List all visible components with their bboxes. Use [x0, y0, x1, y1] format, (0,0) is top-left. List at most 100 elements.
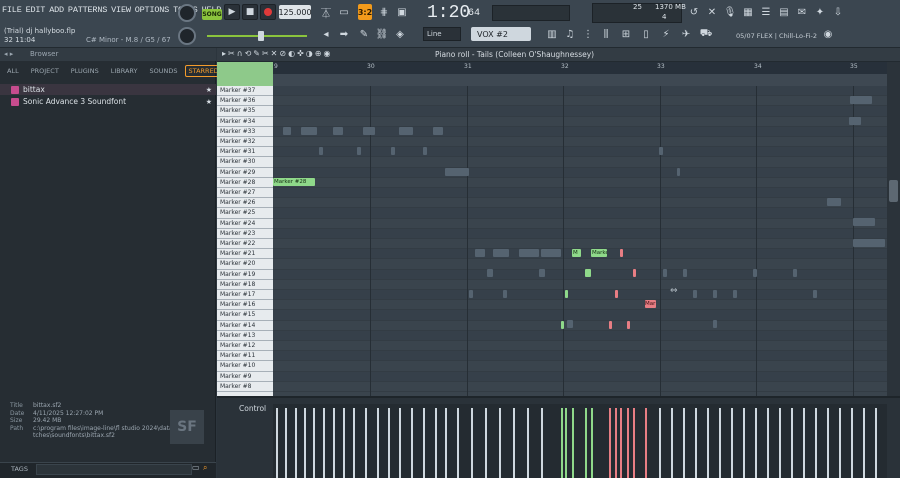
note[interactable]	[357, 147, 361, 155]
key-row[interactable]: Marker #17	[217, 290, 273, 301]
note[interactable]	[683, 269, 687, 277]
cart-icon[interactable]: ⛟	[698, 26, 714, 42]
key-row[interactable]: Marker #26	[217, 198, 273, 209]
note[interactable]	[423, 147, 427, 155]
browser-item[interactable]: bittax ★	[0, 84, 216, 95]
key-row[interactable]: Marker #24	[217, 219, 273, 229]
note-selected[interactable]: Marker #28	[273, 178, 315, 186]
channel-rack-icon[interactable]: ▤	[776, 4, 792, 20]
key-row[interactable]: Marker #35	[217, 106, 273, 117]
note-red[interactable]: Mar	[645, 300, 656, 308]
close-icon[interactable]: ✕	[704, 4, 720, 20]
key-row[interactable]: Marker #14	[217, 321, 273, 331]
master-pitch-knob[interactable]	[178, 27, 196, 45]
note-red[interactable]	[609, 321, 612, 329]
song-mode-button[interactable]: SONG	[202, 9, 222, 20]
timeline-ruler[interactable]: 9 30 31 32 33 34 35	[273, 62, 887, 74]
tab-library[interactable]: LIBRARY	[106, 67, 143, 75]
channel-selector[interactable]: VOX #2	[471, 27, 531, 41]
playlist-icon[interactable]: ▥	[544, 26, 560, 42]
mic-icon[interactable]: 🎙	[722, 4, 738, 20]
key-row[interactable]: Marker #31	[217, 147, 273, 158]
tab-project[interactable]: PROJECT	[26, 67, 64, 75]
note[interactable]	[849, 117, 861, 125]
note[interactable]	[399, 127, 413, 135]
chat-icon[interactable]: ✉	[794, 4, 810, 20]
tempo-display[interactable]: 125.000	[278, 5, 312, 19]
note-selected[interactable]	[565, 290, 568, 298]
key-row[interactable]: Marker #15	[217, 310, 273, 321]
key-row[interactable]: Marker #22	[217, 239, 273, 250]
menu-add[interactable]: ADD	[49, 5, 64, 19]
globe-icon[interactable]: ◉	[820, 26, 836, 42]
note-red[interactable]	[615, 290, 618, 298]
star-icon[interactable]: ★	[206, 98, 212, 106]
key-row[interactable]: Marker #20	[217, 259, 273, 270]
download-icon[interactable]: ⇩	[830, 4, 846, 20]
key-row[interactable]: Marker #27	[217, 188, 273, 199]
note[interactable]	[333, 127, 343, 135]
slider-handle[interactable]	[258, 31, 264, 41]
browser-arrows-icon[interactable]: ◂ ▸	[4, 50, 13, 58]
key-row[interactable]: Marker #36	[217, 96, 273, 107]
note[interactable]	[567, 320, 573, 328]
event-lane[interactable]	[273, 404, 887, 478]
control-label[interactable]: Control	[239, 404, 266, 413]
menu-view[interactable]: VIEW	[111, 5, 131, 19]
channel-icon[interactable]: ⋮	[580, 26, 596, 42]
note[interactable]	[733, 290, 737, 298]
note[interactable]	[677, 168, 680, 176]
piano-roll-tools-icon[interactable]: ▸✂∩⟲✎✂✕⊘◐✜◑⊕◉	[222, 49, 332, 58]
folder-icon[interactable]: ▭	[192, 463, 200, 472]
note[interactable]	[713, 320, 717, 328]
note[interactable]	[391, 147, 395, 155]
preset-label[interactable]: 05/07 FLEX | Chill-Lo-Fi-2	[736, 32, 817, 40]
menu-file[interactable]: FILE	[2, 5, 22, 19]
tab-sounds[interactable]: SOUNDS	[145, 67, 183, 75]
tab-plugins[interactable]: PLUGINS	[66, 67, 104, 75]
note-red[interactable]	[627, 321, 630, 329]
note[interactable]	[319, 147, 323, 155]
note[interactable]	[475, 249, 485, 257]
plug-icon[interactable]: ⚡	[658, 26, 674, 42]
note[interactable]	[503, 290, 507, 298]
paint-icon[interactable]: ◈	[392, 26, 408, 42]
note-selected[interactable]	[561, 321, 564, 329]
loop-record-icon[interactable]: ▣	[394, 4, 410, 20]
key-row[interactable]: Marker #11	[217, 351, 273, 362]
note-selected[interactable]: M	[572, 249, 581, 257]
mixer-faders-icon[interactable]: ⫼	[598, 26, 614, 42]
key-row[interactable]: Marker #10	[217, 361, 273, 372]
note-selected[interactable]: Marke	[591, 249, 607, 257]
snap-selector[interactable]: Line	[423, 27, 461, 41]
search-icon[interactable]: ⌕	[203, 463, 207, 473]
tags-input[interactable]	[36, 464, 192, 475]
tab-all[interactable]: ALL	[2, 67, 24, 75]
note[interactable]	[363, 127, 375, 135]
snap-back-icon[interactable]: ◂	[318, 26, 334, 42]
menu-patterns[interactable]: PATTERNS	[68, 5, 107, 19]
key-row[interactable]: Marker #32	[217, 137, 273, 148]
step-edit-icon[interactable]: ⋕	[376, 4, 392, 20]
wait-input-icon[interactable]: ▭	[336, 4, 352, 20]
scrollbar-thumb[interactable]	[889, 180, 898, 202]
key-row[interactable]: Marker #25	[217, 208, 273, 219]
metronome-icon[interactable]: ⏄	[318, 4, 334, 20]
note[interactable]	[853, 239, 885, 247]
browser-item[interactable]: Sonic Advance 3 Soundfont ★	[0, 96, 216, 107]
play-button[interactable]: ▶	[224, 4, 240, 20]
tempo-tapper-icon[interactable]: ✈	[678, 26, 694, 42]
key-row[interactable]: Marker #12	[217, 341, 273, 352]
key-row[interactable]: Marker #16	[217, 300, 273, 311]
star-icon[interactable]: ★	[206, 86, 212, 94]
note-red[interactable]	[620, 249, 623, 257]
note[interactable]	[539, 269, 545, 277]
note[interactable]	[663, 269, 667, 277]
note[interactable]	[445, 168, 469, 176]
menu-options[interactable]: OPTIONS	[135, 5, 170, 19]
master-level-slider[interactable]	[207, 35, 307, 37]
note[interactable]	[850, 96, 872, 104]
key-row[interactable]: Marker #37	[217, 86, 273, 97]
note[interactable]	[813, 290, 817, 298]
timeline-scroll[interactable]	[273, 74, 887, 86]
